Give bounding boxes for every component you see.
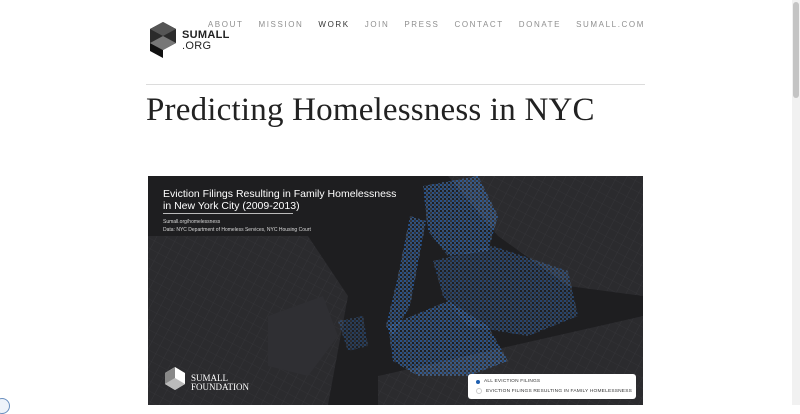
map-source: Data: NYC Department of Homeless Service… xyxy=(163,227,311,233)
logo-line-2: .ORG xyxy=(182,40,212,52)
legend-label: EVICTION FILINGS RESULTING IN FAMILY HOM… xyxy=(486,388,633,394)
nav-sumall-com[interactable]: SUMALL.COM xyxy=(576,20,645,29)
map-url: Sumall.org/homelessness xyxy=(163,219,221,225)
nav-work[interactable]: WORK xyxy=(318,20,349,29)
scrollbar-thumb[interactable] xyxy=(793,2,799,98)
nav-contact[interactable]: CONTACT xyxy=(454,20,503,29)
map-title: Eviction Filings Resulting in Family Hom… xyxy=(163,188,397,212)
logo-text: SUMALL .ORG xyxy=(182,30,230,52)
foundation-text: SUMALL FOUNDATION xyxy=(191,374,249,392)
map-title-divider xyxy=(163,213,293,214)
legend-label: ALL EVICTION FILINGS xyxy=(484,379,541,384)
nav-press[interactable]: PRESS xyxy=(404,20,439,29)
foundation-hexagon-icon xyxy=(165,367,185,390)
nav-join[interactable]: JOIN xyxy=(365,20,390,29)
browser-corner-icon[interactable] xyxy=(0,398,10,414)
nav-donate[interactable]: DONATE xyxy=(519,20,561,29)
legend-blue-dot-icon xyxy=(476,379,480,384)
main-nav: ABOUT MISSION WORK JOIN PRESS CONTACT DO… xyxy=(193,20,645,29)
header-divider xyxy=(146,84,645,85)
nav-mission[interactable]: MISSION xyxy=(258,20,303,29)
map-meta: Sumall.org/homelessness Data: NYC Depart… xyxy=(163,218,311,234)
eviction-map-image[interactable]: Eviction Filings Resulting in Family Hom… xyxy=(148,176,643,405)
sumall-foundation-logo: SUMALL FOUNDATION xyxy=(163,366,253,396)
foundation-line-2: FOUNDATION xyxy=(191,382,249,392)
sumall-hexagon-icon xyxy=(150,22,176,58)
map-legend: ALL EVICTION FILINGS EVICTION FILINGS RE… xyxy=(468,374,636,399)
legend-item-family-homelessness: EVICTION FILINGS RESULTING IN FAMILY HOM… xyxy=(476,388,632,394)
nav-about[interactable]: ABOUT xyxy=(208,20,244,29)
page-scrollbar[interactable] xyxy=(792,0,800,405)
legend-item-all-filings: ALL EVICTION FILINGS xyxy=(476,379,540,384)
page-title: Predicting Homelessness in NYC xyxy=(146,92,595,128)
legend-white-dot-icon xyxy=(476,388,482,394)
